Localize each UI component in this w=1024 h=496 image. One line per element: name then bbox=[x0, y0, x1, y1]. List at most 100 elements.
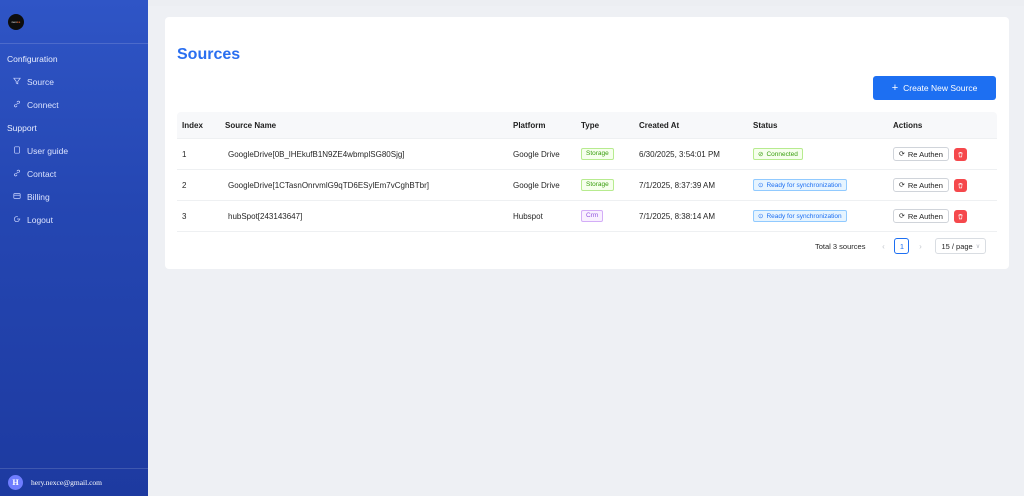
status-label: Ready for synchronization bbox=[766, 212, 842, 220]
sidebar-item-label: Source bbox=[27, 76, 54, 87]
trash-icon bbox=[958, 213, 963, 219]
sidebar-item-label: User guide bbox=[27, 145, 69, 156]
status-label: Ready for synchronization bbox=[766, 181, 842, 189]
page-size-label: 15 / page bbox=[941, 241, 973, 251]
sidebar-item-source[interactable]: Source bbox=[0, 70, 148, 93]
sidebar-item-user-guide[interactable]: User guide bbox=[0, 139, 148, 162]
table-row: 2 GoogleDrive[1CTasnOnrvmlG9qTD6ESylEm7v… bbox=[177, 170, 997, 201]
status-badge: ⊙ Ready for synchronization bbox=[753, 179, 847, 191]
delete-button[interactable] bbox=[953, 178, 967, 192]
cell-type: Storage bbox=[576, 148, 634, 160]
re-authen-button[interactable]: ⟳ Re Authen bbox=[893, 147, 949, 161]
user-profile[interactable]: H hery.nexce@gmail.com bbox=[0, 468, 148, 496]
re-authen-button[interactable]: ⟳ Re Authen bbox=[893, 209, 949, 223]
header-source-name: Source Name bbox=[225, 120, 277, 130]
top-bar bbox=[148, 0, 1024, 6]
type-tag: Crm bbox=[581, 210, 604, 222]
sidebar-item-label: Logout bbox=[27, 214, 53, 225]
cell-created-at: 7/1/2025, 8:37:39 AM bbox=[639, 180, 716, 190]
sync-circle-icon: ⊙ bbox=[758, 213, 764, 220]
credit-card-icon bbox=[12, 192, 22, 202]
cell-status: ⊙ Ready for synchronization bbox=[748, 210, 888, 222]
next-page-button[interactable]: › bbox=[915, 242, 925, 251]
avatar: H bbox=[8, 475, 23, 490]
link-icon bbox=[12, 100, 22, 110]
cell-index: 2 bbox=[182, 180, 187, 190]
cell-platform: Google Drive bbox=[513, 149, 560, 159]
table-row: 1 GoogleDrive[0B_lHEkufB1N9ZE4wbmplSG80S… bbox=[177, 139, 997, 170]
re-authen-label: Re Authen bbox=[907, 180, 943, 190]
refresh-icon: ⟳ bbox=[899, 151, 905, 158]
re-authen-label: Re Authen bbox=[907, 211, 943, 221]
cell-source-name: GoogleDrive[1CTasnOnrvmlG9qTD6ESylEm7vCg… bbox=[228, 180, 429, 190]
prev-page-button[interactable]: ‹ bbox=[878, 242, 888, 251]
header-type: Type bbox=[581, 120, 600, 130]
cell-source-name: GoogleDrive[0B_lHEkufB1N9ZE4wbmplSG80Sjg… bbox=[228, 149, 405, 159]
cell-status: ⊙ Ready for synchronization bbox=[748, 179, 888, 191]
check-circle-icon: ⊘ bbox=[758, 151, 764, 158]
page-title: Sources bbox=[177, 46, 241, 63]
cell-source-name: hubSpot[243143647] bbox=[228, 211, 303, 221]
status-badge: ⊙ Ready for synchronization bbox=[753, 210, 847, 222]
sidebar-item-billing[interactable]: Billing bbox=[0, 185, 148, 208]
cell-created-at: 6/30/2025, 3:54:01 PM bbox=[639, 149, 720, 159]
cell-status: ⊘ Connected bbox=[748, 148, 888, 160]
status-badge: ⊘ Connected bbox=[753, 148, 803, 160]
re-authen-button[interactable]: ⟳ Re Authen bbox=[893, 178, 949, 192]
create-button-label: Create New Source bbox=[903, 83, 978, 93]
pagination-total: Total 3 sources bbox=[815, 241, 866, 251]
cell-type: Storage bbox=[576, 179, 634, 191]
cell-actions: ⟳ Re Authen bbox=[888, 178, 997, 192]
cell-platform: Google Drive bbox=[513, 180, 560, 190]
sidebar-item-logout[interactable]: Logout bbox=[0, 208, 148, 231]
refresh-icon: ⟳ bbox=[899, 213, 905, 220]
table-header: Index Source Name Platform Type Created … bbox=[177, 112, 997, 139]
logout-icon bbox=[12, 215, 22, 225]
plus-icon: + bbox=[891, 81, 899, 94]
chevron-down-icon: ∨ bbox=[975, 243, 981, 250]
page-size-select[interactable]: 15 / page ∨ bbox=[935, 238, 987, 254]
trash-icon bbox=[958, 182, 963, 188]
status-label: Connected bbox=[766, 150, 798, 158]
page-number-button[interactable]: 1 bbox=[894, 238, 910, 254]
delete-button[interactable] bbox=[953, 209, 967, 223]
link-icon bbox=[12, 169, 22, 179]
cell-type: Crm bbox=[576, 210, 634, 222]
app-logo[interactable]: nex ce bbox=[8, 13, 24, 30]
cell-index: 3 bbox=[182, 211, 187, 221]
type-tag: Storage bbox=[581, 179, 614, 191]
sidebar: nex ce Configuration Source Connect Suppo… bbox=[0, 0, 148, 496]
header-status: Status bbox=[753, 120, 778, 130]
re-authen-label: Re Authen bbox=[907, 149, 943, 159]
table-row: 3 hubSpot[243143647] Hubspot Crm 7/1/202… bbox=[177, 201, 997, 232]
funnel-icon bbox=[12, 77, 22, 87]
sidebar-item-label: Contact bbox=[27, 168, 57, 179]
pagination: Total 3 sources ‹ 1 › 15 / page ∨ bbox=[815, 238, 987, 254]
logo-area: nex ce bbox=[0, 0, 148, 44]
sync-circle-icon: ⊙ bbox=[758, 182, 764, 189]
sidebar-item-label: Billing bbox=[27, 191, 50, 202]
cell-index: 1 bbox=[182, 149, 187, 159]
sidebar-item-contact[interactable]: Contact bbox=[0, 162, 148, 185]
sidebar-section-support: Support bbox=[7, 122, 37, 133]
cell-created-at: 7/1/2025, 8:38:14 AM bbox=[639, 211, 716, 221]
trash-icon bbox=[958, 151, 963, 157]
cell-platform: Hubspot bbox=[513, 211, 543, 221]
book-icon bbox=[12, 145, 22, 156]
user-email: hery.nexce@gmail.com bbox=[31, 478, 102, 487]
refresh-icon: ⟳ bbox=[899, 182, 905, 189]
sidebar-item-connect[interactable]: Connect bbox=[0, 93, 148, 116]
cell-actions: ⟳ Re Authen bbox=[888, 147, 997, 161]
sources-table: Index Source Name Platform Type Created … bbox=[177, 112, 997, 232]
cell-actions: ⟳ Re Authen bbox=[888, 209, 997, 223]
sources-card: Sources + Create New Source Index Source… bbox=[165, 17, 1009, 269]
logo-text-suffix: ce bbox=[16, 19, 21, 24]
type-tag: Storage bbox=[581, 148, 614, 160]
sidebar-section-configuration: Configuration bbox=[7, 53, 58, 64]
sidebar-item-label: Connect bbox=[27, 99, 59, 110]
create-new-source-button[interactable]: + Create New Source bbox=[873, 76, 996, 100]
header-actions: Actions bbox=[893, 120, 923, 130]
header-created-at: Created At bbox=[639, 120, 680, 130]
header-index: Index bbox=[182, 120, 203, 130]
delete-button[interactable] bbox=[953, 147, 967, 161]
